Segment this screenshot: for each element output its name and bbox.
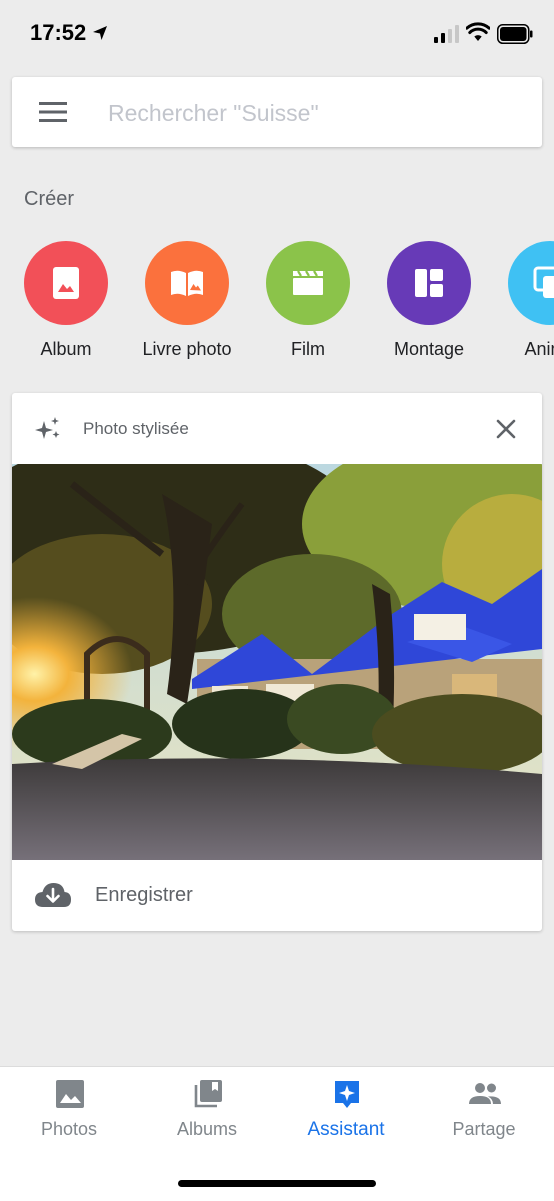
nav-photos-label: Photos xyxy=(40,1119,98,1139)
nav-albums[interactable]: Albums xyxy=(138,1067,276,1157)
create-album-label: Album xyxy=(40,339,92,359)
wifi-icon xyxy=(466,22,490,41)
nav-photos[interactable]: Photos xyxy=(0,1067,138,1157)
nav-albums-label: Albums xyxy=(176,1119,238,1139)
film-circle xyxy=(266,241,350,325)
collage-circle xyxy=(387,241,471,325)
stylized-photo-card: Photo stylisée Enregistrer xyxy=(12,393,542,931)
close-icon[interactable] xyxy=(493,416,519,442)
sparkle-icon xyxy=(35,417,60,439)
hamburger-menu-icon[interactable] xyxy=(38,100,68,124)
nav-assistant-label: Assistant xyxy=(307,1119,385,1140)
photos-icon xyxy=(56,1080,84,1108)
location-arrow-icon xyxy=(93,26,107,40)
save-label: Enregistrer xyxy=(95,884,193,906)
create-photo-book-button[interactable]: Livre photo xyxy=(125,241,249,360)
status-bar: 17:52 xyxy=(0,0,554,66)
albums-icon xyxy=(194,1080,222,1108)
card-title: Photo stylisée xyxy=(83,419,189,438)
cloud-download-icon xyxy=(35,883,71,907)
nav-assistant[interactable]: Assistant xyxy=(277,1067,415,1157)
create-film-label: Film xyxy=(291,339,325,359)
collage-icon xyxy=(415,269,443,297)
film-icon xyxy=(293,270,323,295)
sharing-icon xyxy=(469,1083,501,1104)
nav-sharing[interactable]: Partage xyxy=(415,1067,553,1157)
animation-icon xyxy=(533,266,554,298)
animation-circle xyxy=(508,241,554,325)
nav-sharing-label: Partage xyxy=(452,1119,516,1139)
home-indicator[interactable] xyxy=(178,1180,376,1187)
create-row: Album Livre photo Film Montage Ani xyxy=(0,241,554,371)
album-icon xyxy=(53,267,79,299)
create-collage-label: Montage xyxy=(393,339,465,359)
create-film-button[interactable]: Film xyxy=(246,241,370,360)
create-animation-label: Anima xyxy=(524,339,554,359)
save-button[interactable]: Enregistrer xyxy=(12,860,542,931)
create-album-button[interactable]: Album xyxy=(4,241,128,360)
search-bar xyxy=(12,77,542,147)
album-circle xyxy=(24,241,108,325)
create-section-title: Créer xyxy=(24,188,75,210)
create-animation-button[interactable]: Anima xyxy=(488,241,554,360)
stylized-photo[interactable] xyxy=(12,464,542,860)
cellular-signal-icon xyxy=(434,25,459,43)
assistant-icon xyxy=(335,1081,359,1108)
battery-icon xyxy=(497,24,533,44)
card-header: Photo stylisée xyxy=(12,393,542,464)
status-time: 17:52 xyxy=(30,20,87,45)
search-input[interactable] xyxy=(106,91,520,135)
create-photo-book-label: Livre photo xyxy=(142,339,232,359)
photo-book-circle xyxy=(145,241,229,325)
create-collage-button[interactable]: Montage xyxy=(367,241,491,360)
photo-book-icon xyxy=(171,270,203,296)
